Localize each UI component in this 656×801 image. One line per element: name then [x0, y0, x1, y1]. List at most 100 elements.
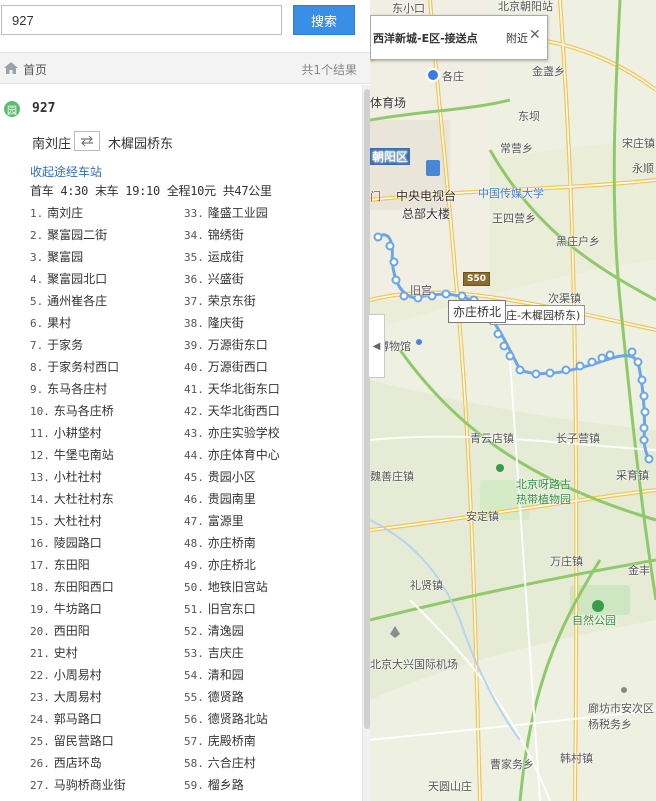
stop-item[interactable]: 47. 富源里 [184, 510, 280, 532]
stop-item[interactable]: 57. 庑殿桥南 [184, 730, 280, 752]
stop-item[interactable]: 1. 南刘庄 [30, 202, 126, 224]
station-tag[interactable]: 亦庄桥北 [448, 300, 507, 323]
stop-item[interactable]: 5. 通州崔各庄 [30, 290, 126, 312]
stop-item[interactable]: 59. 榴乡路 [184, 774, 280, 796]
stop-item[interactable]: 13. 小杜社村 [30, 466, 126, 488]
stop-item[interactable]: 4. 聚富园北口 [30, 268, 126, 290]
map-label: 宋庄镇 [622, 137, 655, 150]
stop-item[interactable]: 53. 吉庆庄 [184, 642, 280, 664]
stop-item[interactable]: 14. 大杜社村东 [30, 488, 126, 510]
route-stop-dot[interactable] [587, 357, 597, 367]
route-stop-dot[interactable] [545, 368, 555, 378]
stop-item[interactable]: 56. 德贤路北站 [184, 708, 280, 730]
route-stop-dot[interactable] [457, 291, 467, 301]
route-stop-dot[interactable] [575, 361, 585, 371]
route-stop-dot[interactable] [561, 365, 571, 375]
stop-item[interactable]: 3. 聚富园 [30, 246, 126, 268]
stop-item[interactable]: 54. 清和园 [184, 664, 280, 686]
stop-item[interactable]: 48. 亦庄桥南 [184, 532, 280, 554]
home-icon[interactable] [3, 61, 19, 75]
route-stop-dot[interactable] [389, 257, 399, 267]
search-input[interactable] [2, 6, 281, 34]
map-view[interactable]: 东小口 北京朝阳站 各庄 金盏乡 体育场 东坝 宋庄镇 朝阳区 常营乡 永顺 中… [370, 0, 656, 801]
stop-item[interactable]: 58. 六合庄村 [184, 752, 280, 774]
stop-item[interactable]: 19. 牛坊路口 [30, 598, 126, 620]
route-stop-dot[interactable] [605, 350, 615, 360]
stop-item[interactable]: 15. 大杜社村 [30, 510, 126, 532]
search-button[interactable]: 搜索 [293, 5, 355, 35]
stop-item[interactable]: 7. 于家务 [30, 334, 126, 356]
stop-item[interactable]: 43. 亦庄实验学校 [184, 422, 280, 444]
stop-item[interactable]: 8. 于家务村西口 [30, 356, 126, 378]
route-stop-dot[interactable] [633, 357, 643, 367]
route-stop-dot[interactable] [627, 347, 637, 357]
popup-title[interactable]: 西洋新城-E区-接送点 [373, 30, 478, 46]
route-stop-dot[interactable] [385, 241, 395, 251]
stop-number: 5. [30, 295, 44, 308]
stop-item[interactable]: 49. 亦庄桥北 [184, 554, 280, 576]
stop-item[interactable]: 39. 万源街东口 [184, 334, 280, 356]
stop-item[interactable]: 21. 史村 [30, 642, 126, 664]
stop-item[interactable]: 50. 地铁旧宫站 [184, 576, 280, 598]
stop-item[interactable]: 18. 东田阳西口 [30, 576, 126, 598]
close-icon[interactable]: ✕ [529, 27, 541, 43]
stop-item[interactable]: 12. 牛堡屯南站 [30, 444, 126, 466]
stop-item[interactable]: 41. 天华北街东口 [184, 378, 280, 400]
route-stop-dot[interactable] [639, 423, 649, 433]
route-stop-dot[interactable] [505, 351, 515, 361]
stop-item[interactable]: 40. 万源街西口 [184, 356, 280, 378]
stop-item[interactable]: 34. 锦绣街 [184, 224, 280, 246]
stop-item[interactable]: 17. 东田阳 [30, 554, 126, 576]
route-stop-dot[interactable] [441, 289, 451, 299]
stop-item[interactable]: 16. 陵园路口 [30, 532, 126, 554]
stop-item[interactable]: 37. 荣京东街 [184, 290, 280, 312]
location-marker[interactable] [426, 68, 440, 82]
route-stop-dot[interactable] [499, 341, 509, 351]
route-stop-dot[interactable] [639, 391, 649, 401]
stop-item[interactable]: 45. 贵园小区 [184, 466, 280, 488]
map-label: 总部大楼 [402, 207, 451, 221]
collapse-stops-link[interactable]: 收起途经车站 [30, 163, 102, 180]
stop-item[interactable]: 44. 亦庄体育中心 [184, 444, 280, 466]
breadcrumb-home-link[interactable]: 首页 [23, 61, 47, 78]
route-stop-dot[interactable] [493, 329, 503, 339]
route-stop-dot[interactable] [399, 291, 409, 301]
route-stop-dot[interactable] [639, 435, 649, 445]
stop-item[interactable]: 20. 西田阳 [30, 620, 126, 642]
stop-item[interactable]: 36. 兴盛街 [184, 268, 280, 290]
stop-item[interactable]: 22. 小周易村 [30, 664, 126, 686]
route-name[interactable]: 927 [32, 101, 55, 116]
stop-item[interactable]: 33. 隆盛工业园 [184, 202, 280, 224]
route-stop-dot[interactable] [373, 232, 383, 242]
stop-item[interactable]: 26. 西店环岛 [30, 752, 126, 774]
stop-item[interactable]: 27. 马驹桥商业街 [30, 774, 126, 796]
stop-item[interactable]: 11. 小耕垡村 [30, 422, 126, 444]
location-popup: 西洋新城-E区-接送点 附近 ✕ [370, 15, 548, 60]
stop-item[interactable]: 25. 留民营路口 [30, 730, 126, 752]
stop-item[interactable]: 2. 聚富园二街 [30, 224, 126, 246]
panel-collapse-toggle[interactable]: ◀ [369, 314, 385, 378]
stop-item[interactable]: 24. 郭马路口 [30, 708, 126, 730]
stop-item[interactable]: 55. 德贤路 [184, 686, 280, 708]
route-stop-dot[interactable] [644, 454, 654, 464]
stop-item[interactable]: 9. 东马各庄村 [30, 378, 126, 400]
route-stop-dot[interactable] [640, 407, 650, 417]
stop-item[interactable]: 10. 东马各庄桥 [30, 400, 126, 422]
stop-item[interactable]: 42. 天华北街西口 [184, 400, 280, 422]
stop-item[interactable]: 35. 运成街 [184, 246, 280, 268]
route-stop-dot[interactable] [597, 353, 607, 363]
stop-item[interactable]: 46. 贵园南里 [184, 488, 280, 510]
stop-item[interactable]: 51. 旧宫东口 [184, 598, 280, 620]
stop-number: 34. [184, 229, 204, 242]
route-stop-dot[interactable] [391, 275, 401, 285]
route-stop-dot[interactable] [515, 365, 525, 375]
route-stop-dot[interactable] [531, 369, 541, 379]
stop-item[interactable]: 38. 隆庆街 [184, 312, 280, 334]
scrollbar[interactable] [362, 85, 370, 801]
stop-item[interactable]: 52. 清逸园 [184, 620, 280, 642]
map-label: 魏善庄镇 [370, 470, 414, 483]
swap-direction-button[interactable] [74, 131, 100, 151]
stop-item[interactable]: 6. 果村 [30, 312, 126, 334]
route-stop-dot[interactable] [637, 375, 647, 385]
stop-item[interactable]: 23. 大周易村 [30, 686, 126, 708]
